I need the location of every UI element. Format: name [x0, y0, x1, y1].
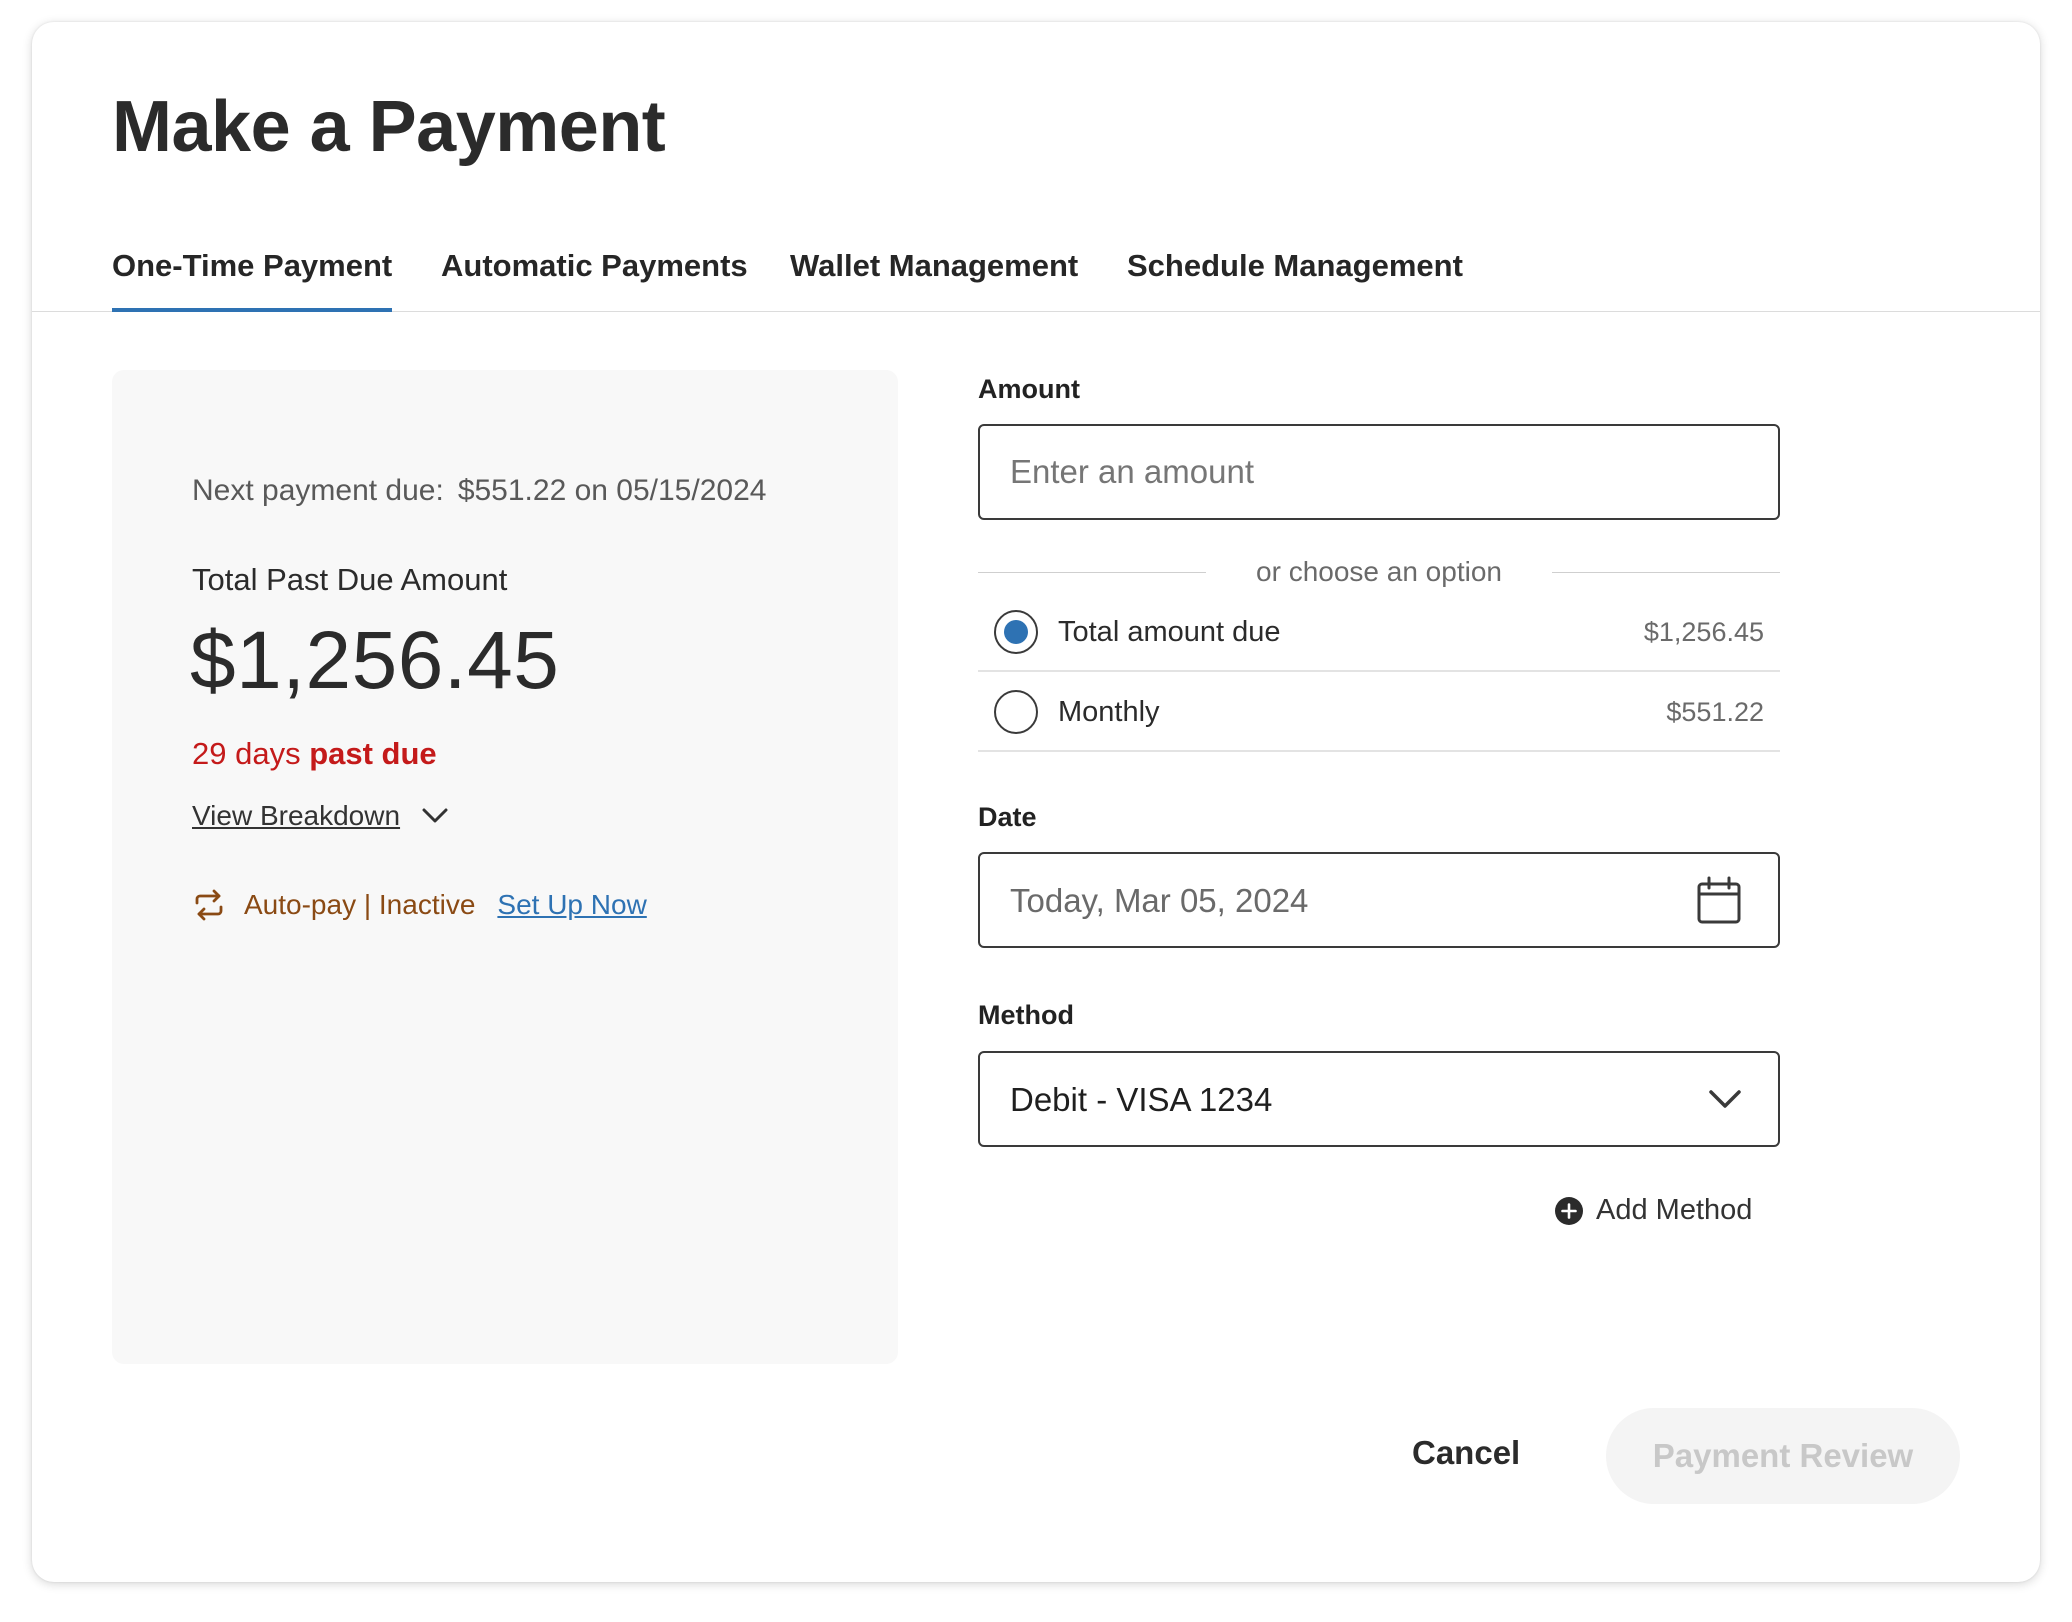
divider-line-right	[1552, 572, 1780, 573]
next-due-label: Next payment due:	[192, 474, 444, 507]
option-monthly[interactable]: Monthly $551.22	[978, 672, 1780, 752]
method-select[interactable]: Debit - VISA 1234	[978, 1051, 1780, 1147]
next-payment-due: Next payment due: $551.22 on 05/15/2024	[192, 474, 766, 508]
option-label: Total amount due	[1058, 616, 1281, 648]
past-due-text: past due	[309, 736, 437, 771]
method-value: Debit - VISA 1234	[1010, 1081, 1273, 1118]
payment-review-button[interactable]: Payment Review	[1606, 1408, 1960, 1504]
cancel-button[interactable]: Cancel	[1412, 1434, 1520, 1472]
amount-input[interactable]	[978, 424, 1780, 520]
set-up-now-link[interactable]: Set Up Now	[497, 889, 646, 921]
tab-one-time-payment[interactable]: One-Time Payment	[112, 248, 393, 312]
amount-label: Amount	[978, 374, 1080, 404]
plus-circle-icon	[1555, 1196, 1583, 1225]
past-due-label: Total Past Due Amount	[192, 562, 508, 597]
date-label: Date	[978, 802, 1037, 832]
page-title: Make a Payment	[112, 87, 666, 167]
chevron-down-icon	[422, 808, 448, 823]
tab-wallet-management[interactable]: Wallet Management	[790, 248, 1078, 312]
past-due-amount: $1,256.45	[190, 615, 560, 706]
option-value: $551.22	[1666, 697, 1764, 727]
add-method-button[interactable]: Add Method	[1554, 1194, 1752, 1227]
payment-summary-panel: Next payment due: $551.22 on 05/15/2024 T…	[112, 370, 898, 1364]
method-label: Method	[978, 1000, 1074, 1030]
chevron-down-icon	[1709, 1090, 1741, 1108]
next-due-value: $551.22 on 05/15/2024	[457, 474, 767, 507]
option-total-amount-due[interactable]: Total amount due $1,256.45	[978, 592, 1780, 672]
view-breakdown-link[interactable]: View Breakdown	[192, 800, 448, 832]
days-past-due: 29 days past due	[192, 736, 437, 772]
autopay-status: Auto-pay | Inactive Set Up Now	[192, 888, 647, 922]
view-breakdown-label: View Breakdown	[192, 800, 401, 831]
payment-card: Make a Payment One-Time Payment Automati…	[32, 22, 2040, 1582]
autopay-status-text: Auto-pay | Inactive	[244, 889, 476, 920]
option-divider: or choose an option	[978, 552, 1780, 592]
days-count: 29 days	[192, 736, 301, 771]
date-picker[interactable]: Today, Mar 05, 2024	[978, 852, 1780, 948]
tab-bar: One-Time Payment Automatic Payments Wall…	[32, 222, 2040, 312]
tab-schedule-management[interactable]: Schedule Management	[1127, 248, 1463, 312]
calendar-icon[interactable]	[1696, 876, 1742, 926]
option-label: Monthly	[1058, 696, 1160, 728]
radio-monthly[interactable]	[994, 690, 1038, 734]
tab-automatic-payments[interactable]: Automatic Payments	[441, 248, 748, 312]
option-value: $1,256.45	[1643, 617, 1764, 647]
add-method-label: Add Method	[1596, 1194, 1753, 1226]
radio-total-amount-due[interactable]	[994, 610, 1038, 654]
date-value: Today, Mar 05, 2024	[1010, 882, 1309, 919]
repeat-icon	[195, 889, 223, 921]
